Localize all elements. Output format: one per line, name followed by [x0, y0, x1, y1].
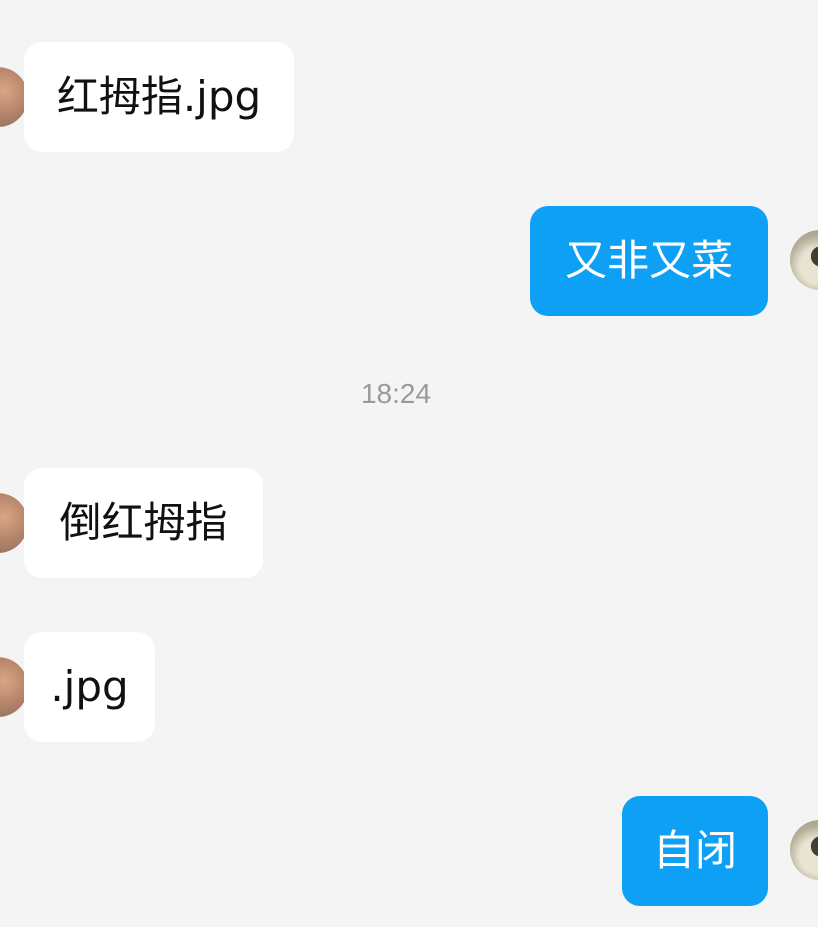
message-bubble-incoming[interactable]: 倒红拇指	[24, 468, 263, 578]
user-avatar[interactable]	[790, 230, 818, 290]
message-bubble-incoming[interactable]: .jpg	[24, 632, 155, 742]
message-bubble-incoming[interactable]: 红拇指.jpg	[24, 42, 294, 152]
message-bubble-outgoing[interactable]: 又非又菜	[530, 206, 768, 316]
message-timestamp: 18:24	[360, 378, 432, 409]
message-bubble-outgoing[interactable]: 自闭	[622, 796, 768, 906]
user-avatar[interactable]	[790, 820, 818, 880]
